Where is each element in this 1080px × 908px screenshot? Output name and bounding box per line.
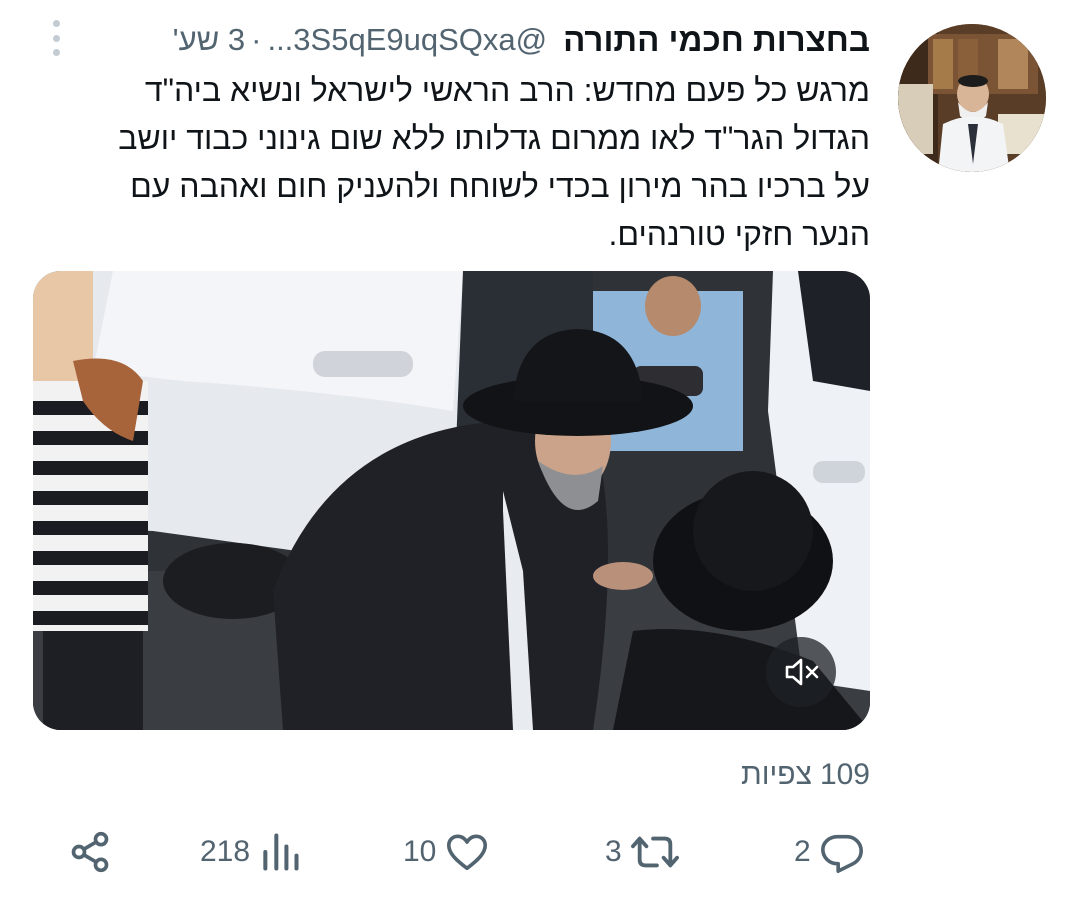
like-button[interactable]: 10 — [403, 826, 490, 878]
heart-icon — [447, 834, 488, 871]
view-count: 109 צפיות — [741, 758, 870, 792]
tweet-line: הנער חזקי טורנהים. — [608, 216, 870, 252]
reply-icon — [820, 834, 863, 873]
separator: · — [251, 22, 262, 57]
share-icon — [71, 831, 109, 873]
tweet[interactable]: בחצרות חכמי התורה @3S5qE9uqSQxa... · 3 ש… — [0, 0, 1080, 908]
tweet-meta: @3S5qE9uqSQxa... · 3 שע' — [173, 22, 547, 58]
tweet-text: מרגש כל פעם מחדש: הרב הראשי לישראל ונשיא… — [70, 66, 870, 258]
mute-button[interactable] — [766, 637, 836, 707]
tweet-line: הגדול הגר"ד לאו ממרום גדלותו ללא שום גינ… — [118, 120, 870, 156]
reply-button[interactable]: 2 — [794, 826, 865, 878]
retweet-button[interactable]: 3 — [605, 826, 680, 878]
tweet-line: מרגש כל פעם מחדש: הרב הראשי לישראל ונשיא… — [144, 72, 870, 108]
retweet-icon — [630, 836, 679, 868]
view-count-number: 109 — [819, 758, 870, 791]
more-options-icon[interactable] — [44, 18, 68, 58]
avatar-image — [898, 24, 1046, 172]
like-count: 10 — [403, 835, 437, 868]
analytics-count: 218 — [200, 835, 251, 868]
tweet-header: בחצרות חכמי התורה @3S5qE9uqSQxa... · 3 ש… — [173, 18, 870, 62]
display-name[interactable]: בחצרות חכמי התורה — [563, 21, 870, 59]
speaker-muted-icon — [785, 658, 819, 686]
video-frame — [33, 271, 870, 730]
view-count-label: צפיות — [740, 758, 812, 791]
analytics-icon — [263, 833, 299, 871]
video-player[interactable] — [33, 271, 870, 730]
analytics-button[interactable]: 218 — [200, 826, 302, 878]
share-button[interactable] — [68, 826, 112, 878]
handle[interactable]: @3S5qE9uqSQxa... — [267, 22, 547, 58]
avatar[interactable] — [898, 24, 1046, 172]
reply-count: 2 — [794, 835, 811, 868]
timestamp[interactable]: 3 שע' — [173, 22, 245, 58]
retweet-count: 3 — [605, 835, 622, 868]
tweet-line: על ברכיו בהר מירון בכדי לשוחח ולהעניק חו… — [130, 168, 870, 204]
